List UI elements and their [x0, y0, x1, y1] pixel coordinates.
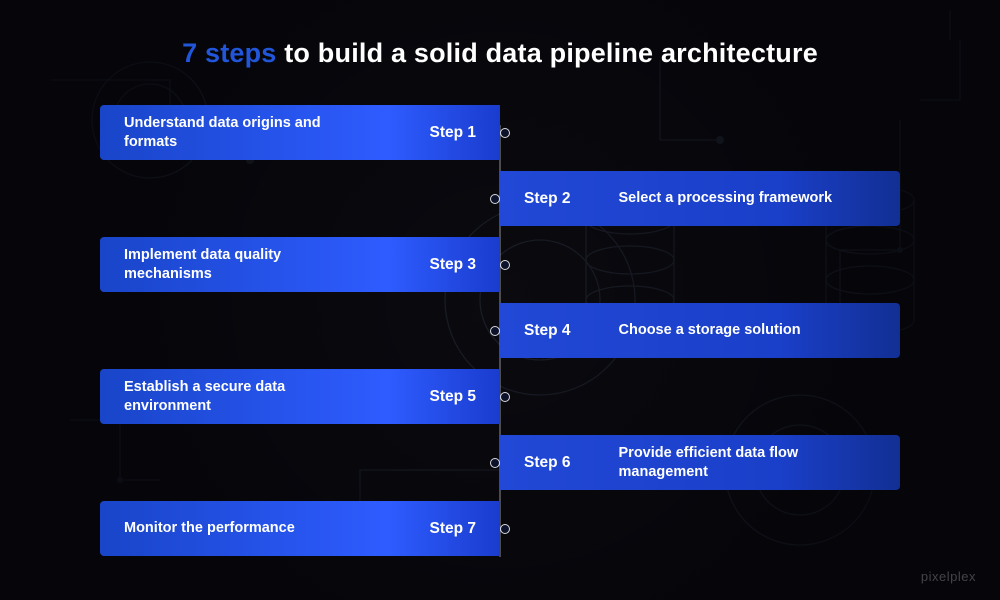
step-row-7: Monitor the performance Step 7 [100, 501, 500, 556]
step-description: Understand data origins and formats [124, 114, 364, 150]
step-bar-6: Step 6 Provide efficient data flow manage… [500, 435, 900, 490]
timeline-dot-icon [490, 194, 500, 204]
watermark: pixelplex [921, 569, 976, 584]
step-row-6: Step 6 Provide efficient data flow manage… [500, 435, 900, 490]
step-bar-5: Establish a secure data environment Step … [100, 369, 500, 424]
step-row-5: Establish a secure data environment Step … [100, 369, 500, 424]
timeline-dot-icon [500, 392, 510, 402]
step-row-2: Step 2 Select a processing framework [500, 171, 900, 226]
page-title: 7 steps to build a solid data pipeline a… [0, 38, 1000, 69]
step-bar-3: Implement data quality mechanisms Step 3 [100, 237, 500, 292]
step-label: Step 4 [524, 322, 571, 340]
step-bar-1: Understand data origins and formats Step … [100, 105, 500, 160]
timeline-dot-icon [500, 260, 510, 270]
title-rest: to build a solid data pipeline architect… [277, 38, 818, 68]
step-row-4: Step 4 Choose a storage solution [500, 303, 900, 358]
timeline-dot-icon [490, 458, 500, 468]
title-highlight: 7 steps [182, 38, 276, 68]
step-row-1: Understand data origins and formats Step … [100, 105, 500, 160]
step-description: Establish a secure data environment [124, 378, 364, 414]
step-label: Step 5 [429, 388, 476, 406]
step-label: Step 3 [429, 256, 476, 274]
step-label: Step 7 [429, 520, 476, 538]
step-row-3: Implement data quality mechanisms Step 3 [100, 237, 500, 292]
step-description: Select a processing framework [619, 189, 833, 207]
timeline-dot-icon [500, 524, 510, 534]
step-bar-4: Step 4 Choose a storage solution [500, 303, 900, 358]
diagram-container: 7 steps to build a solid data pipeline a… [0, 0, 1000, 600]
step-label: Step 2 [524, 190, 571, 208]
step-description: Provide efficient data flow management [619, 444, 859, 480]
timeline-dot-icon [500, 128, 510, 138]
step-label: Step 6 [524, 454, 571, 472]
step-bar-7: Monitor the performance Step 7 [100, 501, 500, 556]
timeline-dot-icon [490, 326, 500, 336]
step-description: Choose a storage solution [619, 321, 801, 339]
step-bar-2: Step 2 Select a processing framework [500, 171, 900, 226]
step-description: Implement data quality mechanisms [124, 246, 364, 282]
step-description: Monitor the performance [124, 519, 295, 537]
step-label: Step 1 [429, 124, 476, 142]
